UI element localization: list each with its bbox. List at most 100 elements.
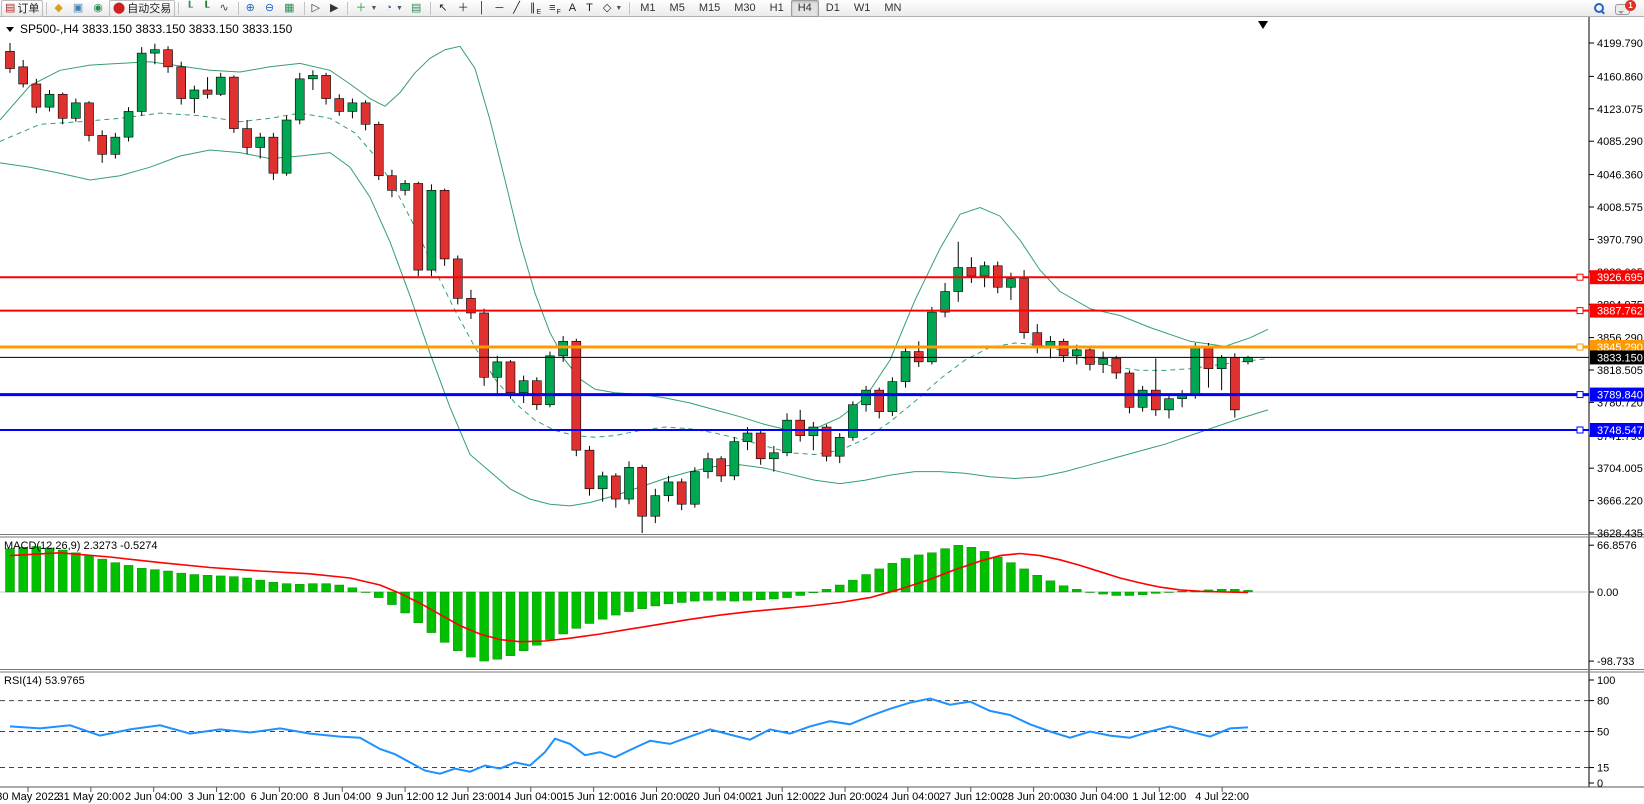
hline-price-text: 3887.762 [1597,306,1643,318]
horizontal-line-icon: ─ [495,1,504,14]
candle-body [927,311,937,363]
macd-bar [729,591,740,602]
hline-handle[interactable] [1576,343,1584,351]
chart-window[interactable]: 4199.790 4160.860 4123.075 4085.290 4046.360… [0,17,1644,804]
chart-canvas[interactable]: 4199.790 4160.860 4123.075 4085.290 4046.360… [0,17,1644,804]
hline-handle[interactable] [1576,307,1584,315]
autotrade-button-label: 自动交易 [127,3,172,15]
macd-bar [308,583,318,593]
auto-scroll-icon[interactable]: ▷ [308,0,326,17]
time-tick-label: 30 Jun 04:00 [1065,791,1129,803]
timeframe-d1[interactable]: D1 [819,0,847,17]
timeframe-h1[interactable]: H1 [763,0,791,17]
search-icon[interactable] [1593,2,1606,15]
macd-bar [216,575,226,593]
notifications-icon[interactable]: 1 [1615,0,1636,15]
candle-body [242,128,252,148]
toolbar-separator [347,1,349,15]
macd-bar [1032,575,1042,593]
timeframe-h4[interactable]: H4 [790,0,819,17]
add-indicator-icon-dropdown-arrow[interactable]: ▼ [370,5,377,12]
timeframe-m5[interactable]: M5 [663,0,692,17]
trendline-icon[interactable]: ╱ [509,0,526,17]
macd-bar [742,591,753,601]
chart-title: SP500-,H4 3833.150 3833.150 3833.150 383… [20,22,293,36]
template-icon[interactable]: ▤ [407,0,427,17]
time-tick-label: 21 Jun 12:00 [750,791,814,803]
macd-bar [347,587,358,593]
period-icon[interactable]: ◔ ▼ [381,0,407,17]
time-tick-label: 3 Jun 12:00 [188,791,246,803]
zoom-out-icon[interactable]: ⊖ [261,0,280,17]
macd-bar [110,562,121,593]
candle-body [782,419,792,454]
timeframe-m1[interactable]: M1 [633,0,662,17]
period-icon-dropdown-arrow[interactable]: ▼ [396,5,403,12]
line-chart-icon[interactable]: ∿ [215,0,234,17]
auto-scroll-icon: ▷ [311,1,320,14]
gold-icon[interactable]: ◆ [50,0,68,17]
time-tick-label: 16 Jun 20:00 [625,791,689,803]
chart-shift-icon[interactable]: ▶ [326,0,344,17]
terminal-icon[interactable]: ▣ [69,0,89,17]
hline-price-text: 3748.547 [1597,425,1643,437]
rsi-tick-label: 0 [1597,778,1603,790]
bar-chart-icon[interactable]: ┖ [182,0,199,17]
macd-bar [835,584,845,593]
crosshair-icon[interactable]: ＋ [454,0,475,17]
candle-body [1230,357,1240,411]
timeframe-m15[interactable]: M15 [692,0,727,17]
candle-body [97,135,107,155]
text-icon[interactable]: A [565,0,582,17]
cursor-icon: ↖ [438,1,448,14]
candle-body [900,351,911,382]
time-tick-label: 14 Jun 04:00 [499,791,563,803]
add-indicator-icon[interactable]: ＋ ▼ [351,0,381,17]
autotrade-button[interactable]: ⬤ 自动交易 [108,0,176,17]
candle-chart-icon[interactable]: ┖ [199,0,216,17]
macd-bar [1177,591,1187,593]
signal-icon[interactable]: ◉ [89,0,109,17]
macd-bar [492,591,502,660]
candle-body [953,267,964,292]
candle-body [44,93,55,108]
new-order-button[interactable]: ▤ 订单 [1,0,44,17]
macd-tick-label: 0.00 [1597,587,1618,599]
vertical-line-icon[interactable]: │ [475,0,492,17]
arrows-icon[interactable]: ◇ ▼ [599,0,626,17]
zoom-in-icon[interactable]: ⊕ [242,0,261,17]
hline-handle[interactable] [1576,426,1584,434]
candle-body [821,426,832,457]
channel-icon[interactable]: ∥ E [526,0,545,17]
tile-windows-icon[interactable]: ▦ [280,0,300,17]
rsi-tick-label: 15 [1597,763,1609,775]
macd-bar [1137,591,1148,595]
time-tick-label: 2 Jun 04:00 [125,791,183,803]
fibonacci-icon[interactable]: ≡ F [545,0,565,17]
timeframe-m30[interactable]: M30 [727,0,762,17]
crosshair-icon: ＋ [457,1,469,14]
candle-body [624,467,634,500]
arrows-icon-dropdown-arrow[interactable]: ▼ [615,5,622,12]
candle-body [360,102,371,125]
label-icon[interactable]: T [582,0,599,17]
hline-handle[interactable] [1576,391,1584,399]
macd-tick-label: 66.8576 [1597,540,1637,552]
price-tick-label: 3704.005 [1597,463,1643,475]
time-tick-label: 9 Jun 12:00 [376,791,434,803]
macd-bar [163,570,173,593]
template-icon: ▤ [410,1,422,14]
candle-body [518,380,529,394]
price-tick-label: 4085.290 [1597,136,1643,148]
timeframe-w1[interactable]: W1 [847,0,878,17]
candle-body [808,426,819,436]
hline-handle[interactable] [1576,273,1584,281]
candle-body [413,183,424,271]
candle-body [887,381,898,412]
horizontal-line-icon[interactable]: ─ [491,0,509,17]
cursor-icon[interactable]: ↖ [434,0,453,17]
timeframe-mn[interactable]: MN [877,0,908,17]
candle-body [492,361,503,378]
macd-bar [189,574,200,593]
macd-bar [966,547,977,593]
